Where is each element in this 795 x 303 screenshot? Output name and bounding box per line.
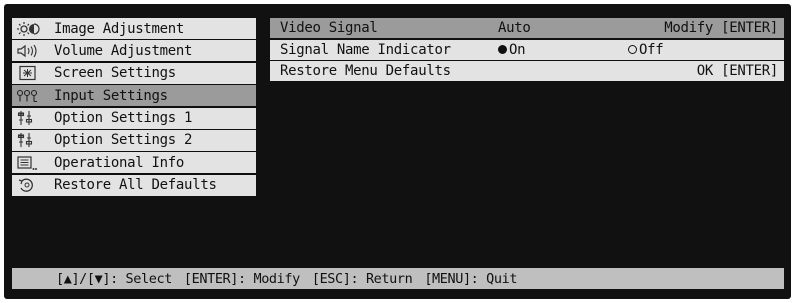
- menu-item-volume-adjustment[interactable]: Volume Adjustment: [12, 40, 256, 62]
- menu-item-label: Input Settings: [54, 87, 168, 104]
- key-help-bar: [▲]/[▼]: Select [ENTER]: Modify [ESC]: R…: [12, 268, 784, 289]
- menu-item-label: Restore All Defaults: [54, 177, 217, 194]
- restore-icon: [16, 177, 40, 193]
- menu-item-label: Screen Settings: [54, 65, 176, 82]
- menu-item-image-adjustment[interactable]: Image Adjustment: [12, 18, 256, 39]
- input-settings-icon: [16, 88, 40, 104]
- radio-unselected-icon: [628, 45, 637, 55]
- menu-item-label: Operational Info: [54, 154, 185, 171]
- help-return: [ESC]: Return: [311, 270, 413, 287]
- radio-selected-icon: [498, 45, 507, 55]
- projector-menu-screen: Image Adjustment Volume Adjustment Scree…: [4, 4, 791, 299]
- menu-item-option-settings-1[interactable]: Option Settings 1: [12, 107, 256, 129]
- main-menu: Image Adjustment Volume Adjustment Scree…: [12, 18, 256, 198]
- option-settings-icon: [16, 110, 40, 126]
- radio-option-on[interactable]: On: [498, 42, 628, 58]
- help-modify: [ENTER]: Modify: [183, 270, 300, 287]
- option-settings-icon: [16, 132, 40, 148]
- menu-item-label: Option Settings 1: [54, 110, 193, 127]
- setting-label: Signal Name Indicator: [280, 41, 451, 58]
- menu-item-label: Image Adjustment: [54, 20, 185, 37]
- settings-panel: Video Signal Auto Modify [ENTER] Signal …: [270, 18, 784, 83]
- setting-signal-name-indicator: Signal Name Indicator On Off: [270, 39, 784, 60]
- image-adjustment-icon: [16, 21, 40, 37]
- menu-item-input-settings[interactable]: Input Settings: [12, 85, 256, 107]
- menu-item-screen-settings[interactable]: Screen Settings: [12, 62, 256, 84]
- setting-restore-menu-defaults[interactable]: Restore Menu Defaults OK [ENTER]: [270, 61, 784, 82]
- setting-value: Auto: [498, 20, 531, 36]
- help-quit: [MENU]: Quit: [424, 270, 518, 287]
- screen-settings-icon: [16, 65, 40, 81]
- setting-label: Restore Menu Defaults: [280, 63, 451, 80]
- help-select: [▲]/[▼]: Select: [56, 270, 172, 287]
- radio-option-off[interactable]: Off: [628, 42, 758, 58]
- setting-video-signal[interactable]: Video Signal Auto Modify [ENTER]: [270, 18, 784, 38]
- menu-item-operational-info[interactable]: Operational Info: [12, 152, 256, 174]
- setting-label: Video Signal: [280, 20, 378, 36]
- modify-action[interactable]: Modify [ENTER]: [664, 20, 778, 36]
- menu-item-option-settings-2[interactable]: Option Settings 2: [12, 129, 256, 151]
- radio-label: Off: [639, 41, 664, 58]
- radio-label: On: [509, 41, 526, 58]
- operational-info-icon: [16, 155, 40, 171]
- menu-item-label: Volume Adjustment: [54, 42, 193, 59]
- speaker-icon: [16, 43, 40, 59]
- menu-item-label: Option Settings 2: [54, 132, 193, 149]
- ok-action[interactable]: OK [ENTER]: [697, 63, 779, 79]
- menu-item-restore-all-defaults[interactable]: Restore All Defaults: [12, 174, 256, 196]
